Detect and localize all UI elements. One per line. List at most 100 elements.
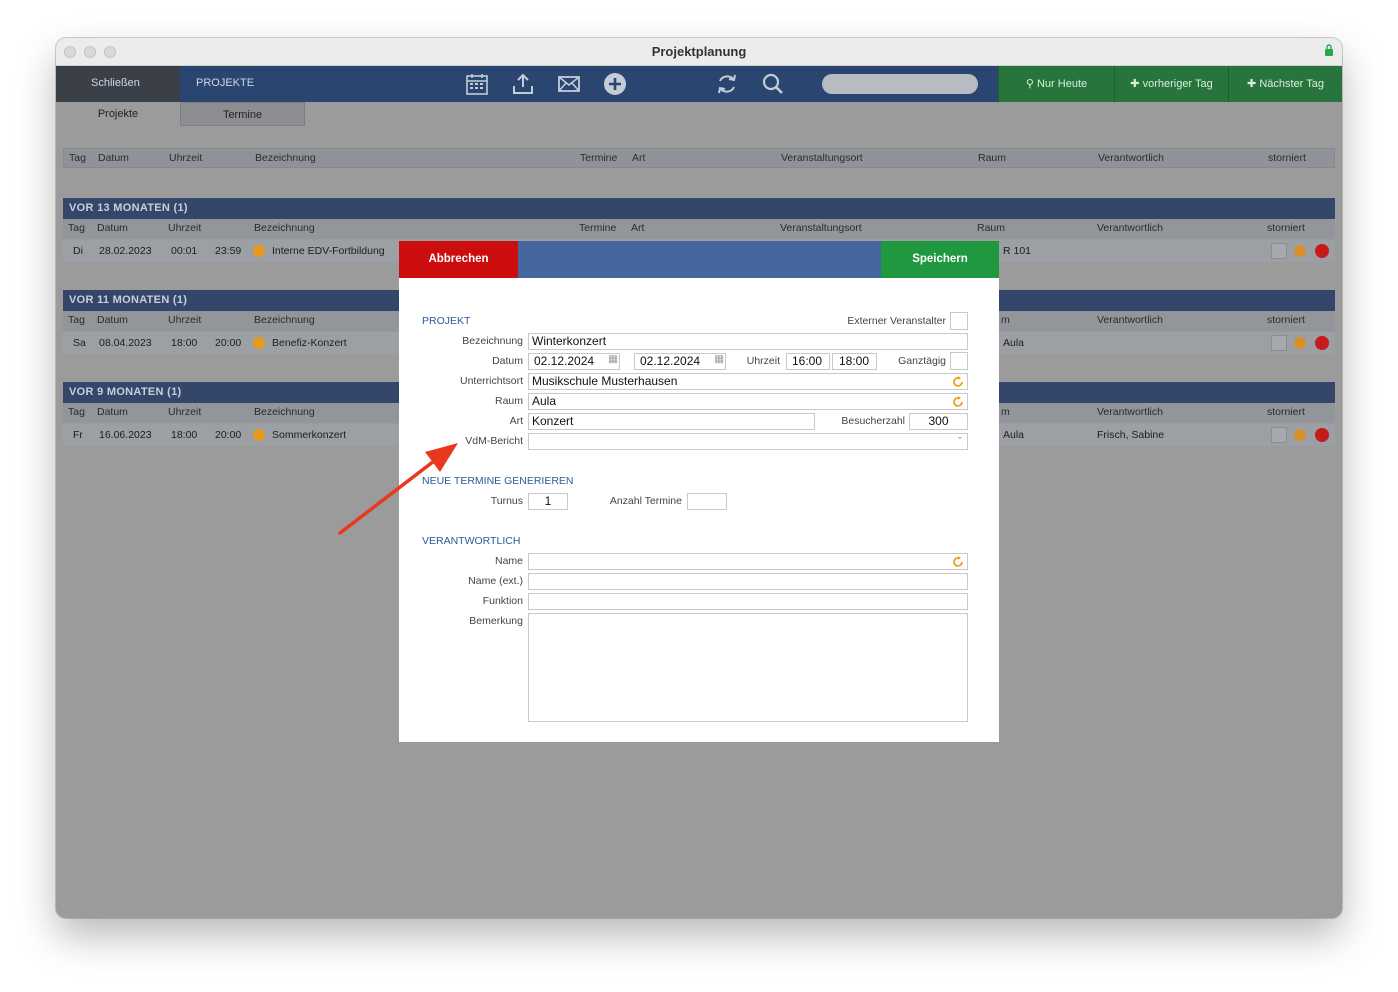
row-start: 18:00	[171, 429, 198, 441]
raum-field[interactable]: Aula	[528, 393, 968, 410]
arrow-circle-icon[interactable]	[253, 337, 265, 349]
chevron-down-icon[interactable]: ⌄	[952, 431, 964, 442]
besucher-label: Besucherzahl	[841, 415, 905, 427]
bezeichnung-label: Bezeichnung	[462, 335, 523, 347]
col-bezeichnung: Bezeichnung	[254, 222, 315, 234]
mail-icon[interactable]	[557, 72, 581, 96]
col-uhrzeit: Uhrzeit	[168, 222, 202, 234]
section-termine: NEUE TERMINE GENERIEREN	[422, 475, 574, 487]
col-verantwortlich: Verantwortlich	[1098, 152, 1164, 164]
row-tag: Sa	[73, 337, 86, 349]
storniert-checkbox[interactable]	[1271, 427, 1287, 443]
col-verantwortlich: Verantwortlich	[1097, 314, 1163, 326]
eye-icon[interactable]	[1294, 245, 1306, 257]
vdm-select[interactable]	[528, 433, 968, 450]
externer-checkbox[interactable]	[950, 312, 968, 330]
col-uhrzeit: Uhrzeit	[168, 314, 202, 326]
tab-projekte[interactable]: Projekte	[56, 102, 180, 126]
col-storniert: storniert	[1267, 406, 1305, 418]
col-bezeichnung: Bezeichnung	[255, 152, 316, 164]
anzahl-field[interactable]	[687, 493, 727, 510]
storniert-checkbox[interactable]	[1271, 335, 1287, 351]
upload-icon[interactable]	[511, 72, 535, 96]
arrow-circle-icon[interactable]	[253, 429, 265, 441]
name-label: Name	[494, 555, 523, 567]
col-datum: Datum	[97, 314, 128, 326]
col-tag: Tag	[68, 406, 85, 418]
refresh-icon[interactable]	[952, 396, 964, 408]
group-header: VOR 13 MONATEN (1)	[63, 198, 1335, 219]
anzahl-label: Anzahl Termine	[609, 495, 682, 507]
col-datum: Datum	[98, 152, 129, 164]
col-storniert: storniert	[1268, 152, 1306, 164]
name-ext-field[interactable]	[528, 573, 968, 590]
row-verantwortlich: Frisch, Sabine	[1097, 429, 1165, 441]
plus-icon: ✚	[1247, 78, 1257, 90]
raum-label: Raum	[494, 395, 523, 407]
turnus-field[interactable]: 1	[528, 493, 568, 510]
row-tag: Di	[73, 245, 83, 257]
vdm-label: VdM-Bericht	[465, 435, 523, 447]
refresh-icon[interactable]	[952, 376, 964, 388]
window-title: Projektplanung	[651, 44, 747, 59]
datum-label: Datum	[492, 355, 523, 367]
nur-heute-label: Nur Heute	[1036, 78, 1088, 90]
art-field[interactable]: Konzert	[528, 413, 815, 430]
col-datum: Datum	[97, 222, 128, 234]
externer-label: Externer Veranstalter	[847, 315, 946, 327]
bemerkung-textarea[interactable]	[528, 613, 968, 722]
bezeichnung-field[interactable]: Winterkonzert	[528, 333, 968, 350]
col-tag: Tag	[68, 314, 85, 326]
cancel-button[interactable]: Abbrechen	[399, 241, 518, 278]
plus-icon: ✚	[1130, 78, 1140, 90]
tab-termine[interactable]: Termine	[180, 102, 305, 126]
calendar-icon[interactable]: ▦	[604, 353, 618, 365]
row-datum: 28.02.2023	[99, 245, 152, 257]
save-button[interactable]: Speichern	[881, 241, 999, 278]
col-tag: Tag	[69, 152, 86, 164]
eye-icon[interactable]	[1294, 429, 1306, 441]
close-button[interactable]: Schließen	[56, 66, 180, 102]
refresh-icon[interactable]	[952, 556, 964, 568]
delete-icon[interactable]	[1315, 244, 1329, 258]
refresh-icon[interactable]	[715, 72, 739, 96]
title-bar: Projektplanung	[56, 38, 1342, 66]
search-input[interactable]	[822, 74, 978, 94]
col-datum: Datum	[97, 406, 128, 418]
row-start: 18:00	[171, 337, 198, 349]
row-tag: Fr	[73, 429, 83, 441]
col-art: Art	[632, 152, 646, 164]
col-bezeichnung: Bezeichnung	[254, 406, 315, 418]
add-icon[interactable]	[603, 72, 627, 96]
ganztaegig-checkbox[interactable]	[950, 352, 968, 370]
calendar-icon[interactable]	[465, 72, 489, 96]
turnus-label: Turnus	[490, 495, 523, 507]
delete-icon[interactable]	[1315, 428, 1329, 442]
col-raum: Raum	[978, 152, 1007, 164]
next-day-button[interactable]: ✚ Nächster Tag	[1228, 66, 1342, 102]
search-icon[interactable]	[761, 72, 785, 96]
storniert-checkbox[interactable]	[1271, 243, 1287, 259]
calendar-icon[interactable]: ▦	[710, 353, 724, 365]
col-raum: Raum	[977, 222, 1006, 234]
col-verantwortlich: Verantwortlich	[1097, 406, 1163, 418]
funktion-field[interactable]	[528, 593, 968, 610]
unterrichtsort-field[interactable]: Musikschule Musterhausen	[528, 373, 968, 390]
unterrichtsort-label: Unterrichtsort	[459, 375, 523, 387]
group-column-header: Tag Datum Uhrzeit Bezeichnung Termine Ar…	[63, 219, 1335, 239]
col-storniert: storniert	[1267, 314, 1305, 326]
name-field[interactable]	[528, 553, 968, 570]
col-art: Art	[631, 222, 645, 234]
delete-icon[interactable]	[1315, 336, 1329, 350]
besucher-field[interactable]: 300	[909, 413, 968, 430]
uhrzeit-from-field[interactable]: 16:00	[786, 353, 830, 370]
table-header: Tag Datum Uhrzeit Bezeichnung Termine Ar…	[63, 148, 1335, 168]
prev-day-button[interactable]: ✚ vorheriger Tag	[1114, 66, 1228, 102]
row-end: 20:00	[215, 337, 242, 349]
search-small-icon: ⚲	[1025, 78, 1034, 90]
nur-heute-button[interactable]: ⚲ Nur Heute	[998, 66, 1114, 102]
row-end: 20:00	[215, 429, 242, 441]
uhrzeit-to-field[interactable]: 18:00	[832, 353, 877, 370]
eye-icon[interactable]	[1294, 337, 1306, 349]
arrow-circle-icon[interactable]	[253, 245, 265, 257]
